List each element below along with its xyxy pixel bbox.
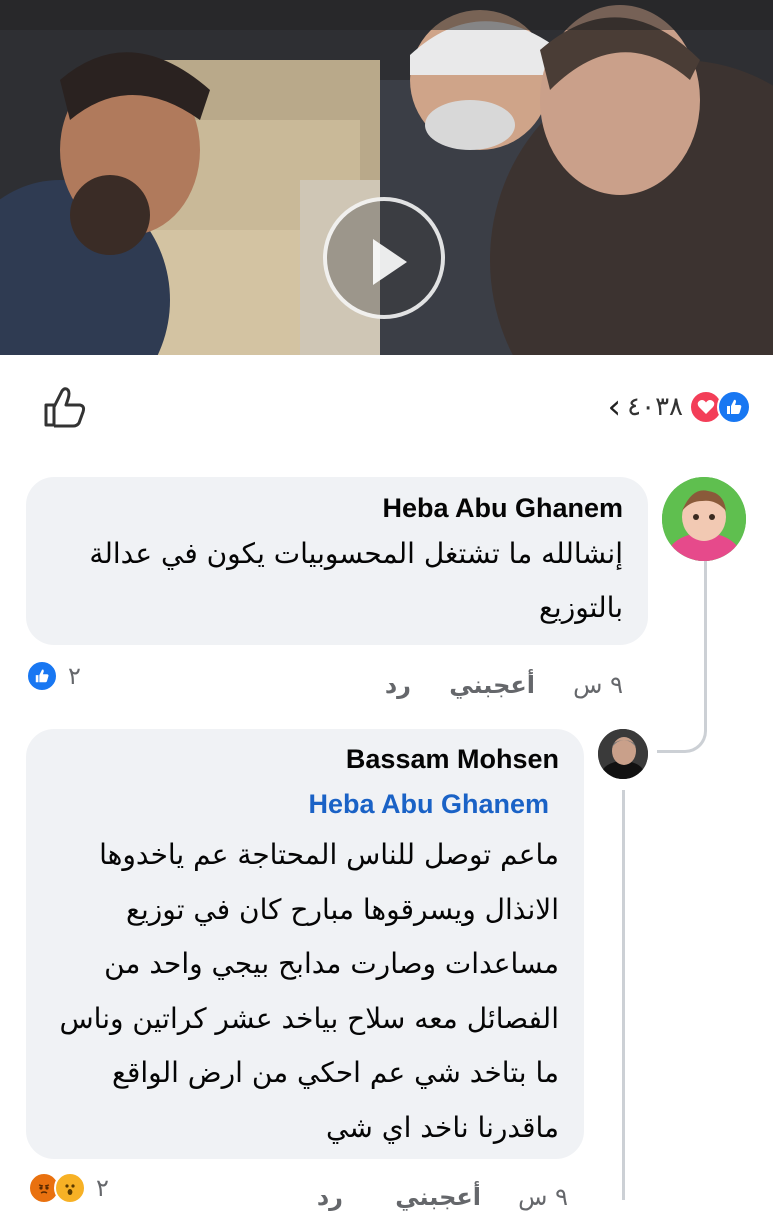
comment-reactions[interactable]: ٢ — [26, 660, 81, 692]
comment-timestamp[interactable]: ٩ س — [573, 671, 623, 699]
avatar[interactable] — [662, 477, 746, 561]
comment-timestamp[interactable]: ٩ س — [518, 1183, 568, 1211]
man-avatar-image — [598, 729, 648, 779]
wow-icon — [54, 1172, 86, 1204]
comment-text: إنشالله ما تشتغل المحسوبيات يكون في عدال… — [89, 537, 623, 624]
like-button[interactable] — [40, 383, 88, 431]
comment-author[interactable]: Heba Abu Ghanem — [382, 493, 623, 524]
reply-link[interactable]: رد — [385, 671, 411, 699]
comment-reactions[interactable]: ٢ — [28, 1172, 109, 1204]
avatar[interactable] — [598, 729, 648, 779]
like-icon — [717, 390, 751, 424]
video-player[interactable] — [0, 0, 773, 355]
chevron-left-icon: ‹ — [607, 387, 622, 427]
like-comment-link[interactable]: أعجبني — [449, 671, 535, 699]
thread-connector — [622, 790, 625, 1200]
reaction-count: ٢ — [96, 1174, 109, 1202]
like-comment-link[interactable]: أعجبني — [395, 1183, 481, 1211]
play-button[interactable] — [323, 197, 445, 319]
thread-connector — [657, 560, 707, 753]
thumbs-up-outline-icon — [44, 387, 86, 428]
post-reactions-summary[interactable]: ‹ ٤٠٣٨ — [608, 387, 751, 427]
mention-link[interactable]: Heba Abu Ghanem — [308, 789, 549, 820]
reaction-count: ٤٠٣٨ — [627, 392, 683, 422]
child-avatar-image — [662, 477, 746, 561]
comment-text: ماعم توصل للناس المحتاجة عم ياخدوها الان… — [59, 838, 559, 1144]
comment-author[interactable]: Bassam Mohsen — [346, 744, 559, 775]
play-icon — [373, 239, 407, 285]
like-icon — [26, 660, 58, 692]
reaction-count: ٢ — [68, 662, 81, 690]
reply-link[interactable]: رد — [317, 1183, 343, 1211]
